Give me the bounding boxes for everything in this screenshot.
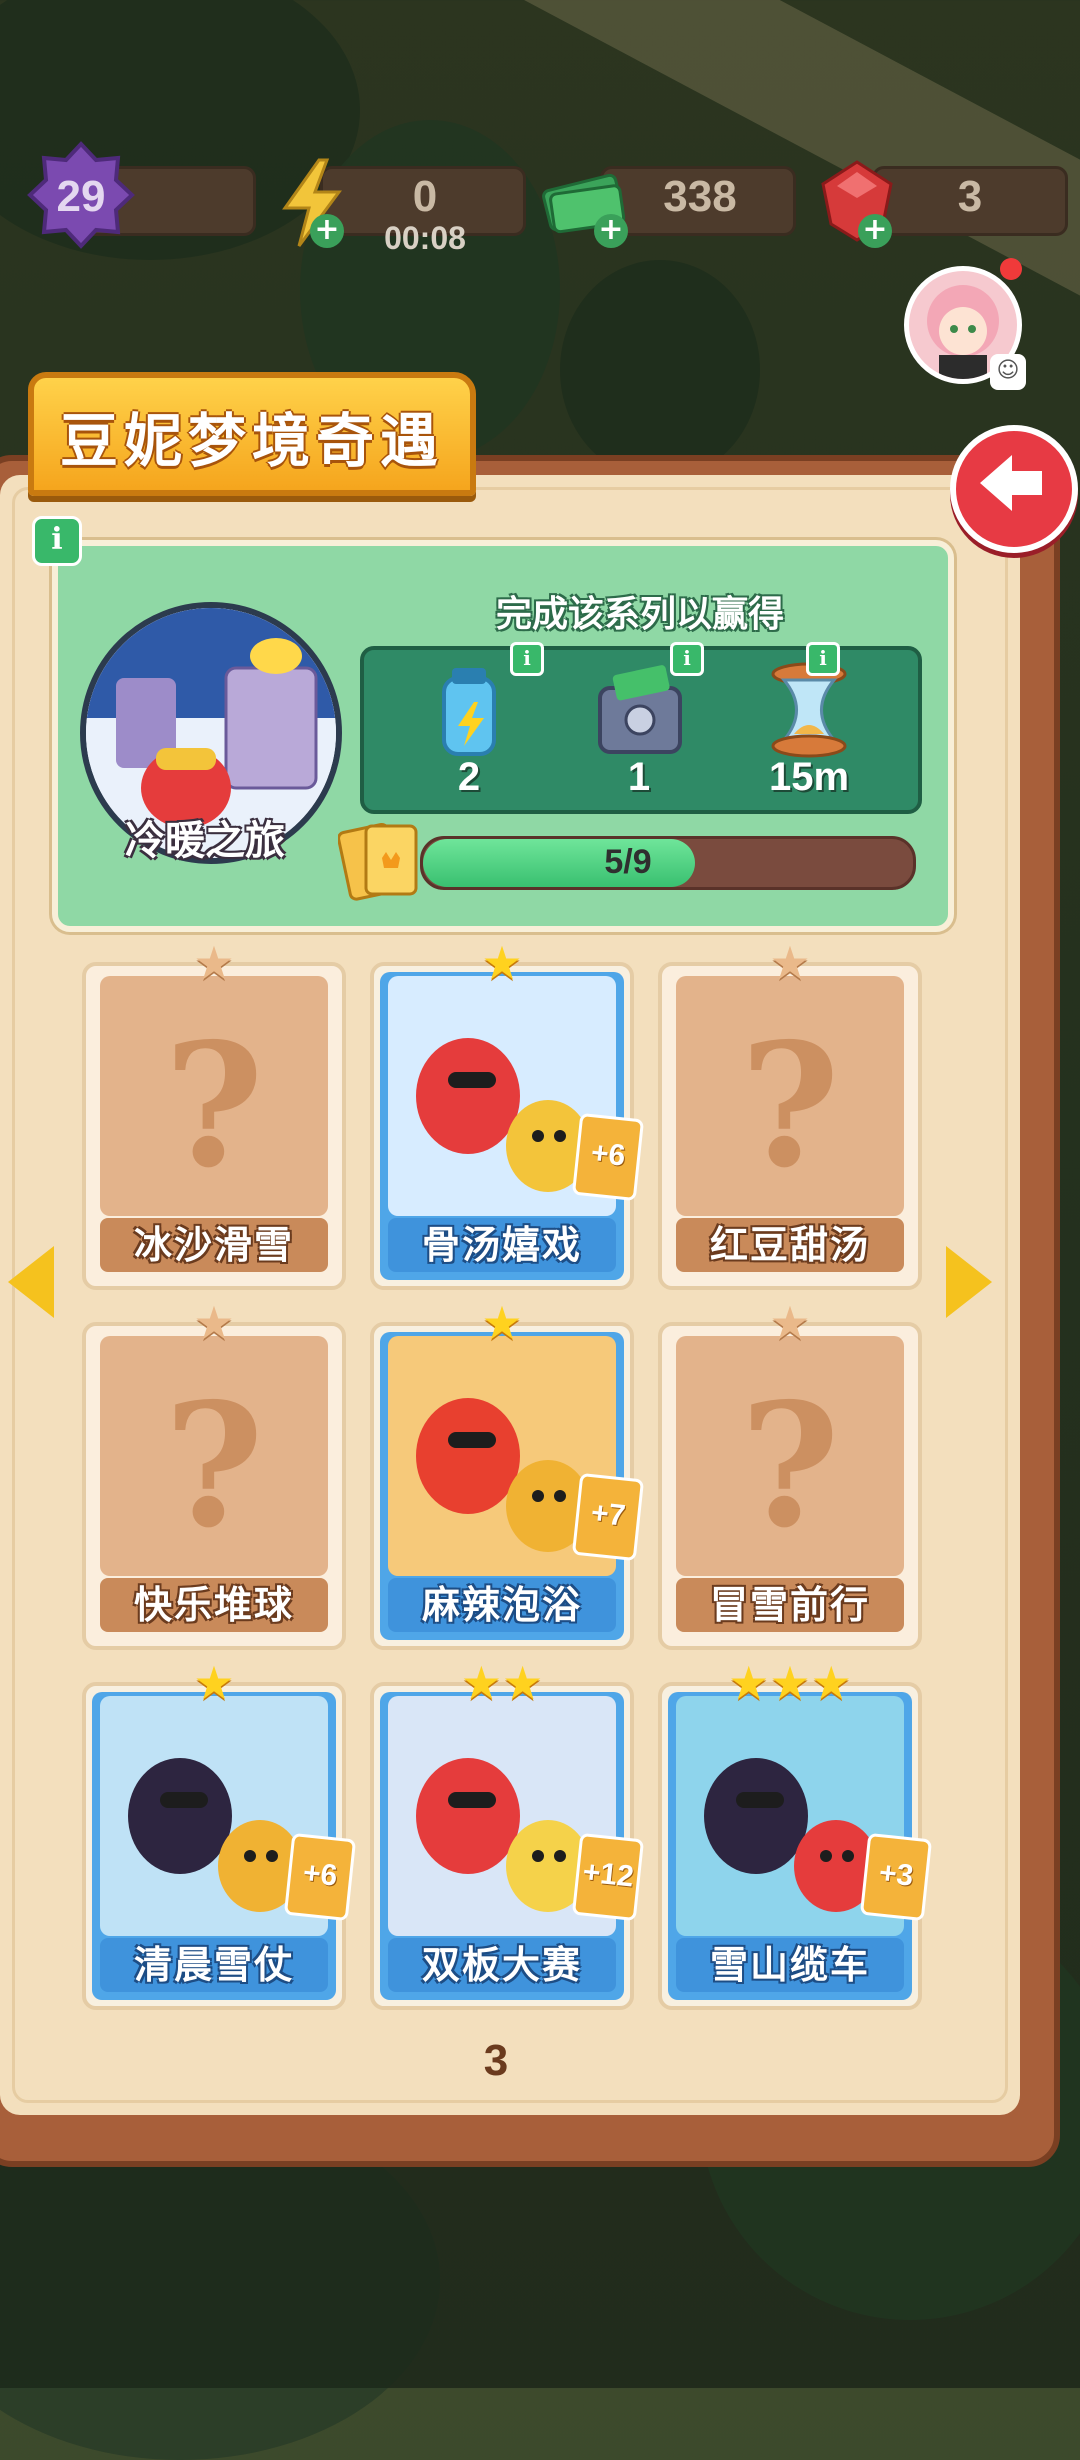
card-title: 冰沙滑雪: [100, 1218, 328, 1272]
card-title: 冒雪前行: [676, 1578, 904, 1632]
previous-page-button[interactable]: [8, 1246, 54, 1318]
reward-box: 2 i 1 i 15m i: [360, 642, 922, 814]
energy-value: 0: [412, 172, 438, 221]
series-name: 冷暖之旅: [125, 817, 285, 864]
star-icon: ★: [481, 1296, 523, 1350]
reward-count: 15m: [768, 755, 850, 799]
star-icon: ★: [728, 1656, 770, 1710]
duplicate-count-badge: +7: [571, 1472, 645, 1562]
collection-card[interactable]: ? 冰沙滑雪 ★: [82, 940, 346, 1290]
star-icon: ★: [460, 1656, 502, 1710]
duplicate-count-badge: +6: [283, 1832, 357, 1922]
collection-card[interactable]: ? 红豆甜汤 ★: [658, 940, 922, 1290]
cash-value: 338: [663, 172, 737, 221]
star-icon: ★: [769, 1656, 811, 1710]
card-stars: ★: [662, 940, 918, 986]
card-stars: ★: [662, 1300, 918, 1346]
panel-title-tab: 豆妮梦境奇遇: [28, 372, 476, 496]
card-locked-placeholder: ?: [676, 976, 904, 1216]
card-locked-placeholder: ?: [100, 976, 328, 1216]
series-info-button[interactable]: i: [32, 516, 82, 566]
question-mark-icon: ?: [164, 1366, 264, 1566]
card-stars: ★ ★ ★: [662, 1660, 918, 1706]
star-icon: ★: [502, 1656, 544, 1710]
level-value: 29: [56, 172, 106, 221]
card-stars: ★: [374, 940, 630, 986]
collection-card[interactable]: 麻辣泡浴 ★ +7: [370, 1300, 645, 1650]
star-icon: ★: [193, 1296, 235, 1350]
reward-info-button[interactable]: i: [806, 642, 840, 676]
card-locked-placeholder: ?: [100, 1336, 328, 1576]
gem-add-button[interactable]: +: [858, 214, 892, 248]
duplicate-count-badge: +12: [571, 1832, 645, 1922]
star-icon: ★: [769, 1296, 811, 1350]
reward-count: 2: [457, 755, 481, 799]
card-title: 骨汤嬉戏: [388, 1218, 616, 1272]
back-button[interactable]: [950, 425, 1078, 553]
card-stars: ★ ★: [374, 1660, 630, 1706]
duplicate-count-badge: +3: [859, 1832, 933, 1922]
reward-count: 1: [627, 755, 651, 799]
collection-card[interactable]: 双板大赛 ★ ★ +12: [370, 1660, 645, 2010]
reward-item-energy-drink[interactable]: 2 i: [394, 642, 544, 810]
card-stars: ★: [374, 1300, 630, 1346]
card-title: 红豆甜汤: [676, 1218, 904, 1272]
energy-timer: 00:08: [384, 220, 466, 256]
reward-info-button[interactable]: i: [670, 642, 704, 676]
star-icon: ★: [769, 936, 811, 990]
card-title: 麻辣泡浴: [388, 1578, 616, 1632]
card-locked-placeholder: ?: [676, 1336, 904, 1576]
page-number: 3: [456, 2026, 536, 2096]
star-icon: ★: [193, 1656, 235, 1710]
chat-icon[interactable]: ☺: [990, 354, 1026, 390]
reward-item-hourglass[interactable]: 15m i: [734, 642, 884, 810]
collection-card[interactable]: 雪山缆车 ★ ★ ★ +3: [658, 1660, 933, 2010]
reward-title: 完成该系列以赢得: [495, 593, 784, 635]
energy-drink-icon: [442, 668, 496, 756]
energy-add-button[interactable]: +: [310, 214, 344, 248]
star-icon: ★: [810, 1656, 852, 1710]
duplicate-count-badge: +6: [571, 1112, 645, 1202]
card-title: 雪山缆车: [676, 1938, 904, 1992]
collection-card[interactable]: 骨汤嬉戏 ★ +6: [370, 940, 645, 1290]
gem-value: 3: [957, 172, 983, 221]
collection-progress-bar: 5/9: [420, 836, 916, 890]
panel-title: 豆妮梦境奇遇: [59, 407, 444, 475]
collection-card[interactable]: 清晨雪仗 ★ +6: [82, 1660, 357, 2010]
collection-card[interactable]: ? 冒雪前行 ★: [658, 1300, 922, 1650]
next-page-button[interactable]: [946, 1246, 992, 1318]
star-icon: ★: [193, 936, 235, 990]
question-mark-icon: ?: [164, 1006, 264, 1206]
collection-card[interactable]: ? 快乐堆球 ★: [82, 1300, 346, 1650]
card-title: 快乐堆球: [100, 1578, 328, 1632]
cash-safe-icon: [598, 665, 682, 754]
card-title: 双板大赛: [388, 1938, 616, 1992]
card-title: 清晨雪仗: [100, 1938, 328, 1992]
collection-progress-text: 5/9: [604, 843, 652, 881]
question-mark-icon: ?: [740, 1366, 840, 1566]
notification-dot: [1000, 258, 1022, 280]
arrow-left-icon: [980, 455, 1042, 511]
cards-stack-icon: [337, 818, 428, 902]
card-stars: ★: [86, 1660, 342, 1706]
reward-info-button[interactable]: i: [510, 642, 544, 676]
reward-item-cash-safe[interactable]: 1 i: [564, 642, 714, 810]
card-stars: ★: [86, 1300, 342, 1346]
question-mark-icon: ?: [740, 1006, 840, 1206]
star-icon: ★: [481, 936, 523, 990]
card-stars: ★: [86, 940, 342, 986]
